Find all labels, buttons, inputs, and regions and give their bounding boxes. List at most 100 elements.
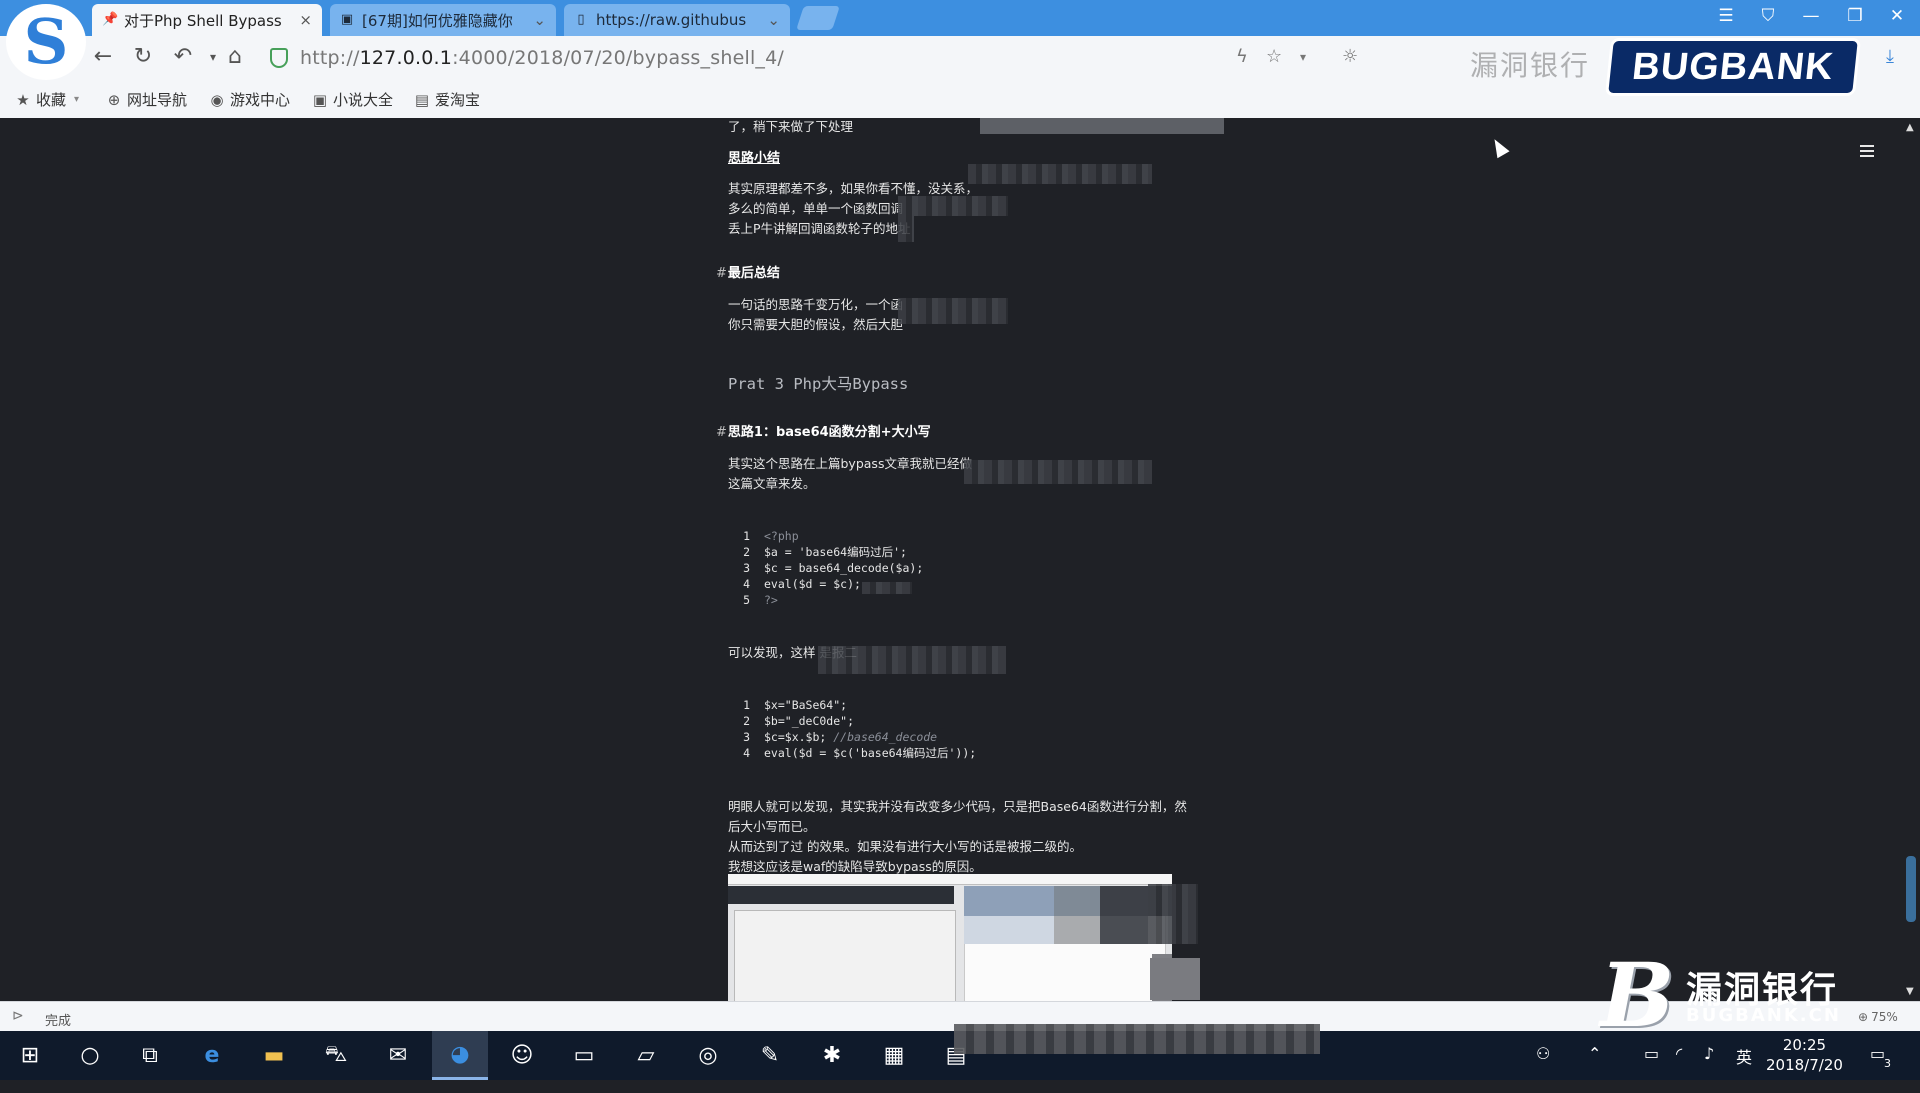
sidebar-toggle-icon[interactable]: ⊳ (12, 1008, 24, 1024)
ime-indicator[interactable]: 英 (1736, 1044, 1752, 1093)
bugbank-watermark: BUGBANK (1604, 38, 1862, 96)
bookmark-nav[interactable]: ⊕ 网址导航 (106, 89, 187, 110)
bookmark-label: 小说大全 (333, 91, 394, 109)
article-text: 多么的简单，单单一个函数回调 (728, 201, 904, 216)
tab-raw-github[interactable]: ▯ https://raw.githubus ⌄ (564, 4, 790, 36)
bookmark-favorites[interactable]: ★ 收藏 ▾ (15, 89, 79, 110)
scroll-thumb[interactable] (1906, 856, 1916, 922)
avatar-app-icon[interactable]: ☺ (494, 1031, 550, 1080)
restore-button[interactable]: ❐ (1840, 6, 1870, 26)
redacted-block (898, 196, 1008, 216)
chevron-up-icon[interactable]: ⌃ (1588, 1044, 1601, 1093)
spiral-app-icon[interactable]: ◎ (680, 1031, 736, 1080)
document-icon: ▯ (577, 12, 585, 27)
chevron-down-icon[interactable]: ⌄ (767, 11, 780, 29)
tab-67[interactable]: ▣ [67期]如何优雅隐藏你 ⌄ (330, 4, 556, 36)
book-icon: ▣ (312, 90, 328, 109)
tab-php-shell-bypass[interactable]: 📌 对于Php Shell Bypass × (92, 4, 322, 36)
redacted-block (898, 298, 1008, 324)
lightning-icon[interactable]: ϟ (1236, 46, 1248, 67)
chevron-down-icon[interactable]: ▾ (1300, 50, 1306, 64)
home-icon[interactable]: ⌂ (220, 44, 250, 69)
wifi-icon[interactable]: ◜ (1676, 1044, 1682, 1093)
section-title: Prat 3 Php大马Bypass (728, 375, 909, 393)
watermark-text-cn: 漏洞银行 (1470, 49, 1591, 82)
star-icon: ★ (16, 90, 30, 109)
chevron-down-icon[interactable]: ⌄ (533, 11, 546, 29)
task-view-icon[interactable]: ⧉ (122, 1031, 178, 1080)
redacted-block (954, 1024, 1320, 1054)
file-explorer-icon[interactable]: ▬ (246, 1031, 302, 1080)
browser-logo: S (6, 4, 86, 80)
heading-idea1: #思路1：base64函数分割+大小写 (716, 425, 931, 440)
undo-icon[interactable]: ↶ (168, 44, 198, 69)
store-icon[interactable]: ⛍ (308, 1031, 364, 1080)
scroll-down-arrow-icon[interactable]: ▼ (1906, 986, 1914, 997)
minimize-button[interactable]: — (1796, 6, 1826, 26)
bluetooth-icon[interactable]: ✱ (804, 1031, 860, 1080)
people-icon[interactable]: ⚇ (1536, 1044, 1550, 1093)
menu-icon[interactable]: ☰ (1711, 6, 1741, 26)
clock[interactable]: 20:25 2018/7/20 (1766, 1035, 1843, 1075)
watermark-text-en: BUGBANK.CN (1686, 1005, 1841, 1026)
terminal-icon[interactable]: ▭ (556, 1031, 612, 1080)
article-text: 了，稍下来做了下处理 (728, 119, 854, 134)
windows-start-icon[interactable]: ⊞ (2, 1031, 58, 1080)
sogou-browser-icon[interactable]: ◕ (432, 1031, 488, 1080)
edge-icon[interactable]: e (184, 1031, 240, 1080)
redacted-block (818, 646, 1006, 674)
code-line: 5 ?> (743, 593, 778, 607)
close-window-button[interactable]: ✕ (1882, 6, 1912, 26)
close-icon[interactable]: × (299, 11, 312, 29)
notification-count: 3 (1884, 1057, 1891, 1070)
bookmark-label: 网址导航 (127, 91, 188, 109)
code-line: 1 <?php (743, 529, 799, 543)
url-text[interactable]: http://127.0.0.1:4000/2018/07/20/bypass_… (300, 47, 784, 69)
gamepad-icon: ◉ (210, 90, 224, 109)
favorite-star-icon[interactable]: ☆ (1266, 46, 1282, 67)
back-arrow-icon[interactable]: ← (88, 44, 118, 69)
bookmark-label: 游戏中心 (230, 91, 291, 109)
tab-label: https://raw.githubus (596, 11, 747, 29)
scroll-up-arrow-icon[interactable]: ▲ (1906, 122, 1914, 133)
notification-icon[interactable]: ▭ (1870, 1044, 1885, 1093)
bookmark-games[interactable]: ◉ 游戏中心 (209, 89, 290, 110)
redacted-block (898, 216, 914, 242)
heading-final: #最后总结 (716, 266, 780, 281)
pin-icon: 📌 (102, 12, 119, 27)
extension-icon[interactable]: ☼ (1342, 46, 1358, 67)
download-icon[interactable]: ⤓ (1886, 46, 1894, 67)
battery-icon[interactable]: ▭ (1644, 1044, 1659, 1093)
code-line: 1 $x="BaSe64"; (743, 698, 848, 712)
article-text: 你只需要大胆的假设，然后大胆 (728, 317, 904, 332)
reload-icon[interactable]: ↻ (128, 44, 158, 69)
code-line: 3 $c = base64_decode($a); (743, 561, 924, 575)
pen-tool-icon[interactable]: ✎ (742, 1031, 798, 1080)
new-tab-button[interactable] (796, 6, 840, 30)
redacted-block (980, 118, 1224, 134)
taobao-icon: ▤ (414, 90, 430, 109)
bookmark-label: 收藏 (36, 91, 67, 109)
volume-icon[interactable]: ♪ (1704, 1044, 1714, 1093)
address-bar[interactable]: http://127.0.0.1:4000/2018/07/20/bypass_… (270, 42, 1270, 74)
title-bar: 📌 对于Php Shell Bypass × ▣ [67期]如何优雅隐藏你 ⌄ … (0, 0, 1920, 36)
clock-date: 2018/7/20 (1766, 1056, 1843, 1074)
search-circle-icon[interactable]: ○ (62, 1031, 118, 1080)
bookmark-taobao[interactable]: ▤ 爱淘宝 (414, 89, 480, 110)
code-line: 3 $c=$x.$b; //base64_decode (743, 730, 938, 744)
article-screenshot-image (728, 874, 1172, 1002)
bookmark-novels[interactable]: ▣ 小说大全 (312, 89, 393, 110)
redacted-block (1148, 884, 1198, 944)
mail-icon[interactable]: ✉ (370, 1031, 426, 1080)
editor-icon[interactable]: ▱ (618, 1031, 674, 1080)
code-block-2: 1 $x="BaSe64"; 2 $b="_deC0de"; 3 $c=$x.$b; //… (728, 697, 976, 761)
tab-label: 对于Php Shell Bypass (124, 11, 282, 30)
app-window-icon[interactable]: ▦ (866, 1031, 922, 1080)
article-text: 丢上P牛讲解回调函数轮子的地址 (728, 221, 911, 236)
hamburger-menu-icon[interactable] (1860, 145, 1874, 160)
redacted-block (964, 460, 1152, 484)
skin-icon[interactable]: ⛉ (1753, 6, 1783, 26)
code-line: 2 $b="_deC0de"; (743, 714, 855, 728)
security-shield-icon (270, 48, 288, 68)
tab-label: [67期]如何优雅隐藏你 (362, 11, 513, 30)
